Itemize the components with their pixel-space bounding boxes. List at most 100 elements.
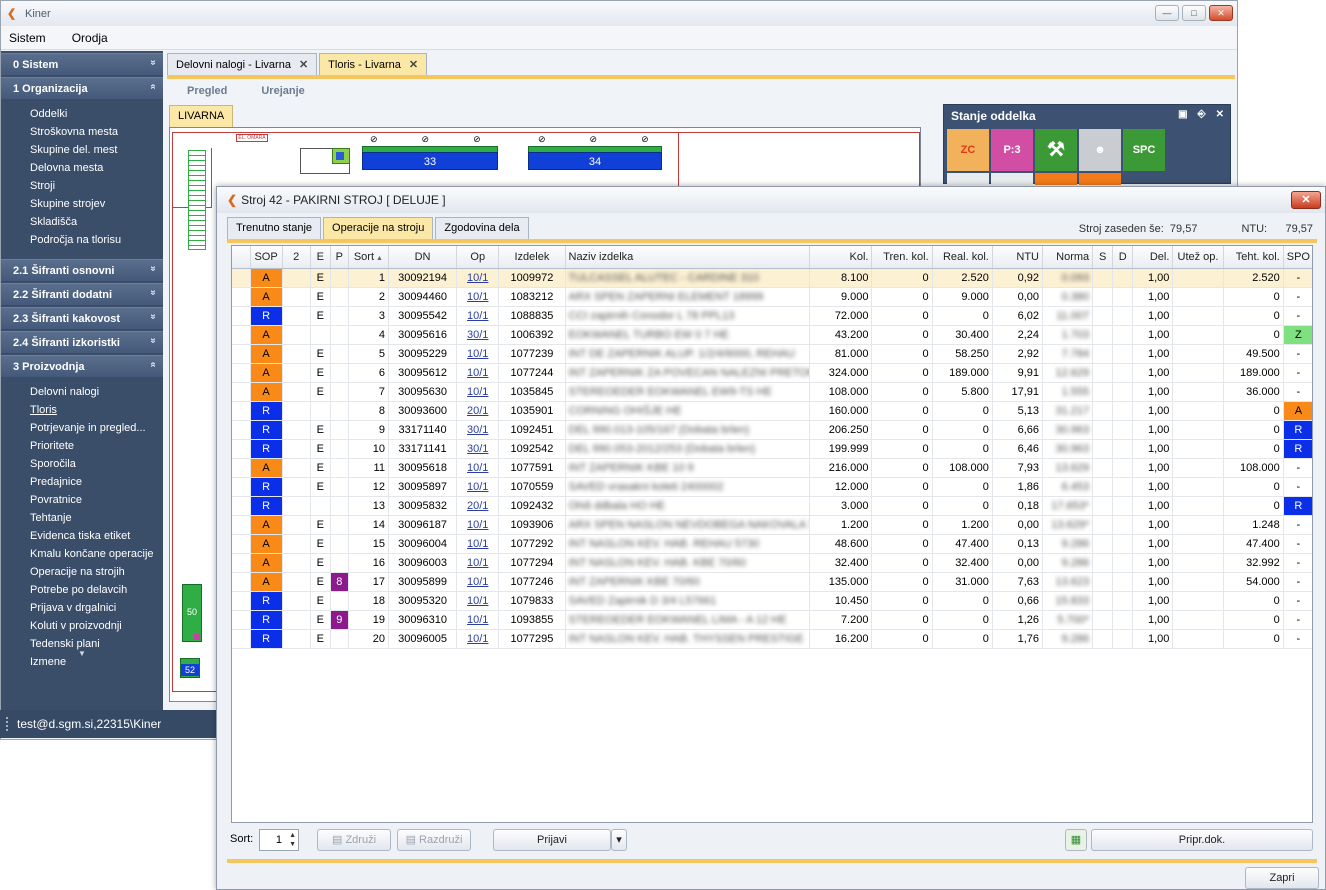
expand-icon[interactable]: » [148,266,159,272]
cell-value[interactable]: 10/1 [467,576,488,588]
cell-op[interactable]: 10/1 [456,534,500,554]
sidebar-item[interactable]: Skupine strojev [30,195,163,213]
tile-spc[interactable]: SPC [1123,129,1165,171]
expand-icon[interactable]: » [148,314,159,320]
maximize-button[interactable]: □ [1182,5,1206,21]
sidebar-item[interactable]: Skupine del. mest [30,141,163,159]
column-header[interactable]: Norma [1042,246,1094,269]
scroll-down-icon[interactable]: ▼ [1,649,163,661]
cell-value[interactable]: 30/1 [467,329,488,341]
column-header[interactable]: P [330,246,349,269]
table-row[interactable]: A E 15 30096004 10/1 1077292 INT NASLON KEV. H… [232,534,1312,554]
sidebar-group[interactable]: 1 Organizacija « [1,77,163,99]
cell-value[interactable]: 10/1 [467,557,488,569]
row-indicator[interactable] [232,553,251,573]
cell-value[interactable]: 30/1 [467,424,488,436]
sidebar-item[interactable]: Operacije na strojih [30,563,163,581]
cell-op[interactable]: 10/1 [456,306,500,326]
cell-value[interactable]: 10/1 [467,291,488,303]
expand-icon[interactable]: » [148,338,159,344]
table-row[interactable]: A E 16 30096003 10/1 1077294 INT NASLON KEV. H… [232,553,1312,573]
sort-stepper[interactable]: 1 ▲ ▼ [259,829,299,851]
collapse-icon[interactable]: « [148,84,159,90]
view-urejanje[interactable]: Urejanje [261,85,304,97]
table-row[interactable]: R E 9 33171140 30/1 1092451 DEL 990.013-105/16… [232,420,1312,440]
machine-52[interactable]: 52 [180,658,200,678]
cell-op[interactable]: 10/1 [456,268,500,288]
table-row[interactable]: R E 9 19 30096310 10/1 1093855 STEREOEDER EOKWA… [232,610,1312,630]
row-indicator[interactable] [232,325,251,345]
row-indicator[interactable] [232,515,251,535]
cell-value[interactable]: 10/1 [467,348,488,360]
pripr-dok-button[interactable]: Pripr.dok. [1091,829,1313,851]
row-indicator[interactable] [232,572,251,592]
cell-op[interactable]: 20/1 [456,496,500,516]
sidebar-group[interactable]: 2.1 Šifranti osnovni » [1,259,163,281]
row-indicator[interactable] [232,287,251,307]
tab-trenutno-stanje[interactable]: Trenutno stanje [227,217,322,239]
tile-p3[interactable]: P:3 [991,129,1033,171]
table-row[interactable]: A E 5 30095229 10/1 1077239 INT DE ZAPERNIK AL… [232,344,1312,364]
expand-icon[interactable]: » [148,60,159,66]
sidebar-item[interactable]: Povratnice [30,491,163,509]
prijavi-button[interactable]: Prijavi [493,829,611,851]
column-header[interactable]: SOP [250,246,283,269]
machine-50[interactable]: 50 [182,584,202,642]
sidebar-group[interactable]: 3 Proizvodnja « [1,355,163,377]
column-header[interactable]: Real. kol. [932,246,993,269]
column-header[interactable]: Teht. kol. [1223,246,1284,269]
cell-op[interactable]: 10/1 [456,610,500,630]
cell-op[interactable]: 10/1 [456,477,500,497]
cell-op[interactable]: 30/1 [456,439,500,459]
column-header[interactable]: Izdelek [498,246,566,269]
cell-op[interactable]: 10/1 [456,572,500,592]
column-header[interactable]: S [1092,246,1114,269]
table-row[interactable]: A 4 30095616 30/1 1006392 EOKWANEL TURBO EW 0… [232,325,1312,345]
tab-delovni-nalogi[interactable]: Delovni nalogi - Livarna ✕ [167,53,318,75]
sidebar-item[interactable]: Tloris [30,401,163,419]
sidebar-item[interactable]: Potrjevanje in pregled... [30,419,163,437]
tile-zc[interactable]: ZC [947,129,989,171]
cell-value[interactable]: 10/1 [467,367,488,379]
cell-op[interactable]: 10/1 [456,287,500,307]
sidebar-item[interactable]: Predajnice [30,473,163,491]
row-indicator[interactable] [232,496,251,516]
sidebar-item[interactable]: Koluti v proizvodnji [30,617,163,635]
tab-operacije-na-stroju[interactable]: Operacije na stroju [323,217,434,239]
sidebar-item[interactable]: Evidenca tiska etiket [30,527,163,545]
expand-icon[interactable]: » [148,290,159,296]
column-header[interactable]: Tren. kol. [871,246,933,269]
column-header[interactable]: DN [388,246,458,269]
view-pregled[interactable]: Pregled [187,85,227,97]
row-indicator[interactable] [232,591,251,611]
sidebar-item[interactable]: Prijava v drgalnici [30,599,163,617]
table-row[interactable]: A E 6 30095612 10/1 1077244 INT ZAPERNIK ZA PO… [232,363,1312,383]
row-indicator[interactable] [232,363,251,383]
column-header[interactable]: NTU [992,246,1044,269]
close-tab-icon[interactable]: ✕ [299,58,308,71]
cell-value[interactable]: 10/1 [467,538,488,550]
row-indicator[interactable] [232,610,251,630]
table-row[interactable]: R E 3 30095542 10/1 1088835 CCI zapirnih Conod… [232,306,1312,326]
table-row[interactable]: A E 11 30095618 10/1 1077591 INT ZAPERNIK KBE … [232,458,1312,478]
table-row[interactable]: A E 1 30092194 10/1 1009972 TULCASSEL ALUTEC -… [232,268,1312,288]
sidebar-item[interactable]: Stroškovna mesta [30,123,163,141]
cell-value[interactable]: 10/1 [467,272,488,284]
table-row[interactable]: A E 7 30095630 10/1 1035845 STEREOEDER EOKWANE… [232,382,1312,402]
tab-zgodovina-dela[interactable]: Zgodovina dela [435,217,529,239]
cell-value[interactable]: 10/1 [467,519,488,531]
row-indicator[interactable] [232,382,251,402]
sidebar-group[interactable]: 2.3 Šifranti kakovost » [1,307,163,329]
tools-icon[interactable]: ⚒ [1035,129,1077,171]
cell-value[interactable]: 20/1 [467,500,488,512]
cell-value[interactable]: 10/1 [467,462,488,474]
sidebar-group[interactable]: 2.2 Šifranti dodatni » [1,283,163,305]
cell-op[interactable]: 10/1 [456,363,500,383]
table-row[interactable]: A E 2 30094460 10/1 1083212 ARX SPEN ZAPERNI E… [232,287,1312,307]
row-indicator[interactable] [232,534,251,554]
tab-livarna[interactable]: LIVARNA [169,105,234,127]
row-indicator[interactable] [232,268,251,288]
zdruzi-button[interactable]: ▤ Združi [317,829,391,851]
sidebar-item[interactable]: Delovni nalogi [30,383,163,401]
cell-op[interactable]: 30/1 [456,420,500,440]
